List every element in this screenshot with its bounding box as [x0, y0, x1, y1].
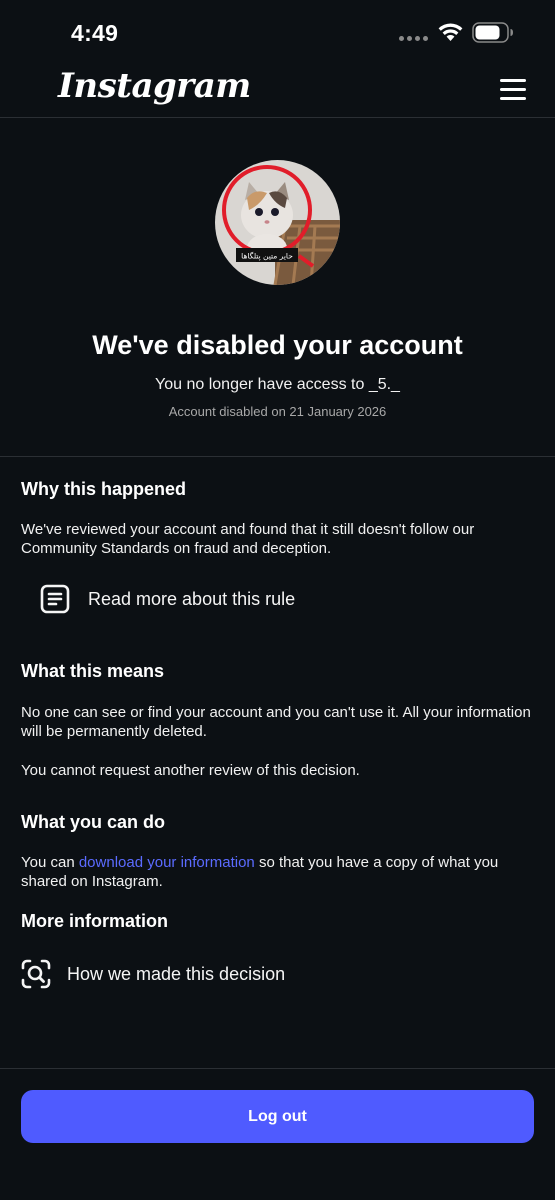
access-status-text: You no longer have access to _5._: [155, 376, 400, 393]
decision-info-label: How we made this decision: [67, 963, 286, 984]
hamburger-menu-icon[interactable]: [496, 76, 530, 104]
avatar-caption: حایر متین پتلگاها: [241, 252, 293, 261]
means-body-text: No one can see or find your account and …: [21, 704, 531, 740]
means-heading: What this means: [21, 661, 165, 681]
wifi-icon: [438, 23, 463, 41]
document-icon: [40, 584, 70, 614]
why-heading: Why this happened: [21, 479, 187, 499]
read-rule-link[interactable]: Read more about this rule: [40, 580, 295, 618]
cellular-signal-icon: [399, 36, 428, 41]
why-body-text: We've reviewed your account and found th…: [21, 521, 475, 557]
more-info-heading: More information: [21, 911, 168, 931]
section-divider: [0, 456, 555, 457]
page-title: We've disabled your account: [92, 330, 463, 360]
can-do-body-text: You can download your information so tha…: [21, 854, 499, 890]
battery-icon: [472, 22, 513, 43]
review-notice-text: You cannot request another review of thi…: [21, 762, 360, 779]
read-rule-label: Read more about this rule: [88, 588, 296, 609]
top-navigation-bar: Instagram: [0, 62, 555, 118]
instagram-logo[interactable]: Instagram: [58, 66, 251, 106]
search-document-icon: [21, 959, 51, 989]
disabled-date-text: Account disabled on 21 January 2026: [168, 404, 387, 419]
logout-button[interactable]: Log out: [21, 1090, 534, 1143]
download-information-link[interactable]: download your information: [79, 854, 255, 871]
can-do-heading: What you can do: [21, 812, 165, 832]
status-time: 4:49: [71, 20, 119, 46]
footer-divider: [0, 1068, 555, 1069]
status-bar: 4:49: [0, 0, 555, 62]
profile-avatar: حایر متین پتلگاها: [215, 160, 340, 285]
decision-info-link[interactable]: How we made this decision: [21, 955, 285, 993]
disabled-account-screen: 4:49 Instagram حایر متین پتلگاها We've d…: [0, 0, 555, 1200]
